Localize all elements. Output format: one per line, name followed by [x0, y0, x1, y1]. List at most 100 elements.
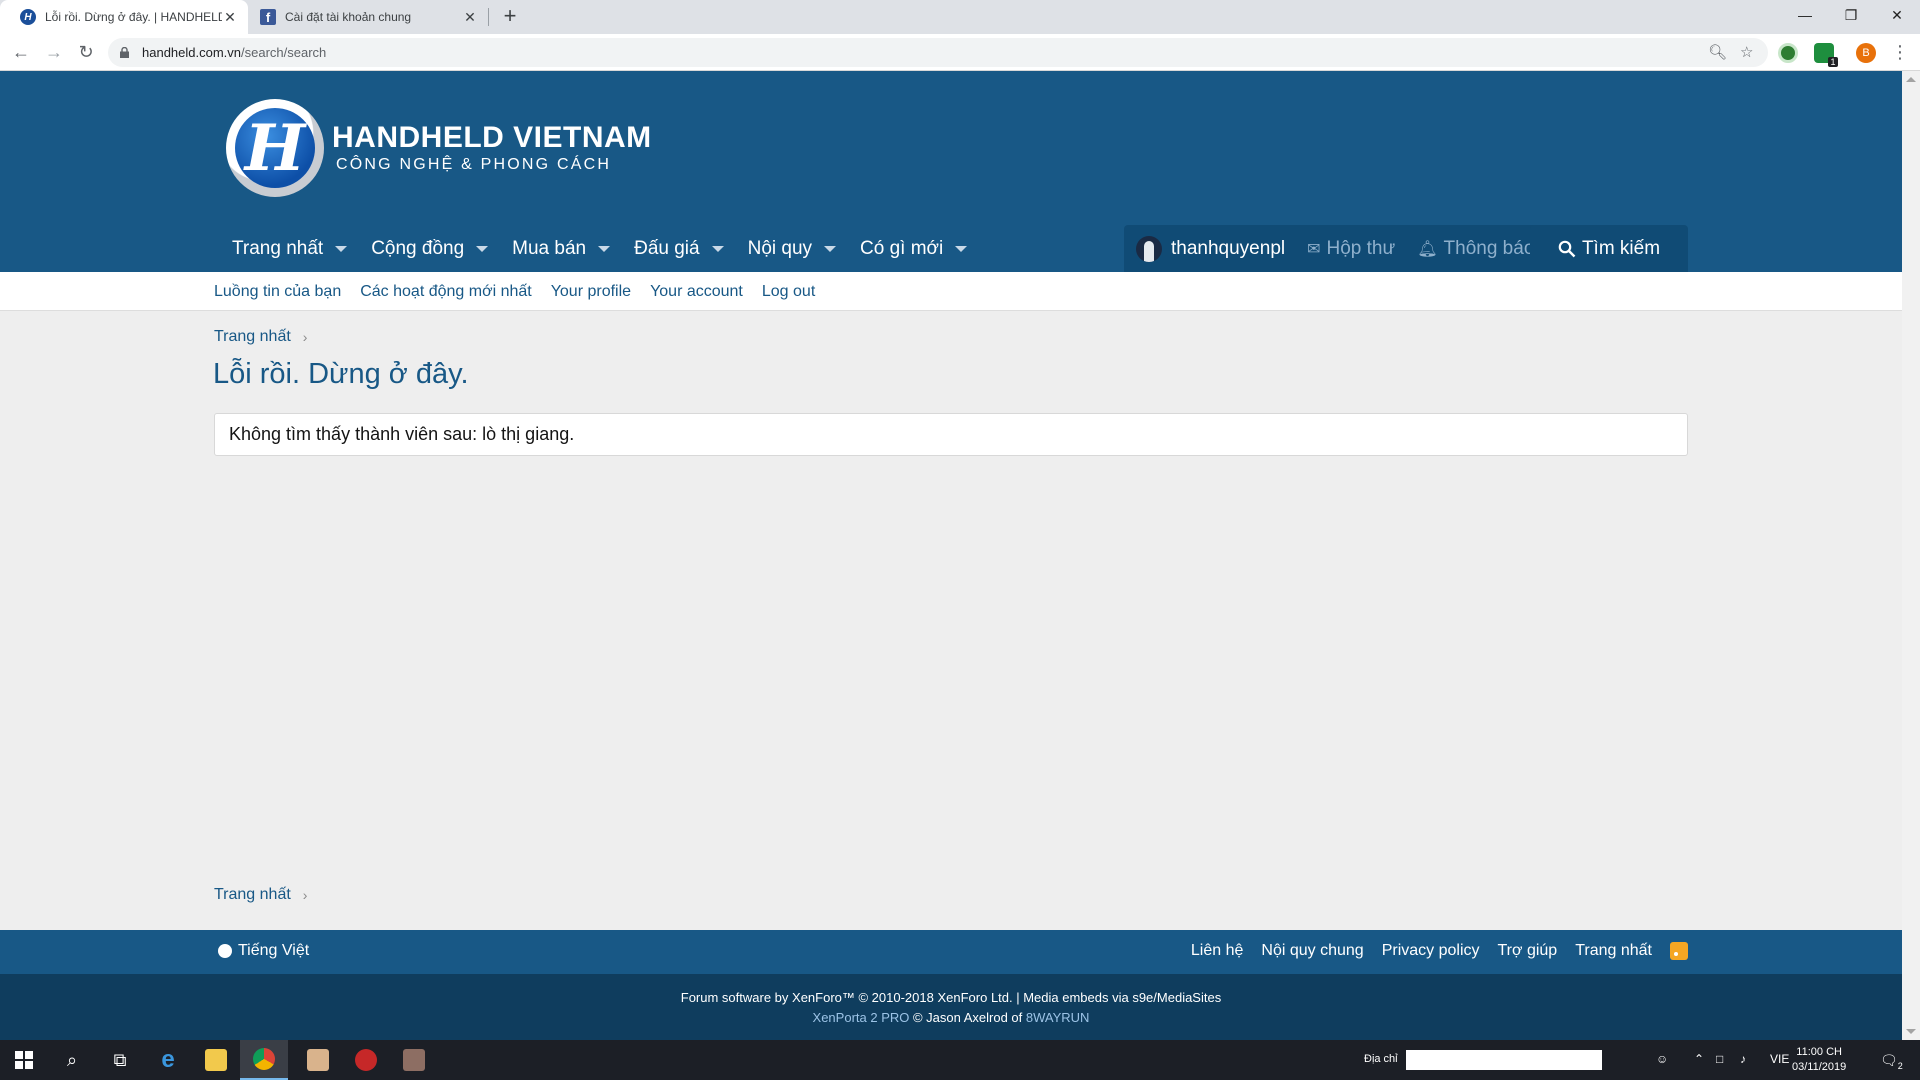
windows-start-icon[interactable] [0, 1040, 48, 1080]
network-icon[interactable]: □ [1716, 1052, 1723, 1066]
rss-icon[interactable] [1670, 942, 1688, 960]
caret-down-icon[interactable] [476, 245, 489, 252]
credit-text: © Jason Axelrod of [909, 1010, 1026, 1025]
url-host: handheld.com.vn [142, 45, 242, 60]
nav-label: Trang nhất [232, 237, 324, 259]
file-explorer-icon[interactable] [192, 1040, 240, 1080]
nav-item-whats-new[interactable]: Có gì mới [848, 225, 979, 272]
caret-down-icon[interactable] [824, 245, 837, 252]
task-view-icon[interactable]: ⧉ [96, 1040, 144, 1080]
credit-company-link[interactable]: 8WAYRUN [1026, 1010, 1090, 1025]
footer-link-contact[interactable]: Liên hệ [1191, 942, 1244, 960]
language-chooser[interactable]: Tiếng Việt [218, 942, 309, 960]
subnav-your-profile[interactable]: Your profile [551, 283, 631, 301]
caret-down-icon[interactable] [335, 245, 348, 252]
footer-link-home[interactable]: Trang nhất [1575, 942, 1652, 960]
inbox-link[interactable]: ✉ Hộp thư [1307, 238, 1395, 260]
envelope-icon: ✉ [1307, 240, 1321, 258]
app-shape [355, 1049, 377, 1071]
clock[interactable]: 11:00 CH 03/11/2019 [1792, 1045, 1846, 1075]
facebook-favicon-icon: f [260, 9, 276, 25]
username: thanhquyenpl [1171, 237, 1286, 259]
tab-handheld[interactable]: H Lỗi rồi. Dừng ở đây. | HANDHELD ✕ [0, 0, 248, 34]
subnav-log-out[interactable]: Log out [762, 283, 815, 301]
bookmark-star-icon[interactable]: ☆ [1740, 43, 1753, 61]
footer-bar: Tiếng Việt Liên hệ Nội quy chung Privacy… [0, 930, 1902, 974]
app-icon-3[interactable] [390, 1040, 438, 1080]
nav-label: Nội quy [747, 237, 813, 259]
close-window-button[interactable]: ✕ [1874, 0, 1920, 30]
back-arrow-icon[interactable]: ← [9, 40, 33, 64]
footer-link-privacy[interactable]: Privacy policy [1382, 942, 1480, 960]
notification-count: 2 [1897, 1060, 1903, 1071]
footer-link-rules[interactable]: Nội quy chung [1261, 942, 1363, 960]
reload-icon[interactable]: ↻ [74, 40, 98, 64]
caret-down-icon[interactable] [711, 245, 724, 252]
lock-icon [120, 47, 129, 58]
nav-item-home[interactable]: Trang nhất [220, 225, 359, 272]
search-icon[interactable]: ⌕ [48, 1040, 96, 1080]
inbox-label: Hộp thư [1326, 237, 1396, 259]
page-scrollbar[interactable] [1902, 71, 1920, 1040]
clock-time: 11:00 CH [1796, 1046, 1842, 1058]
logo-emblem-icon: H [226, 99, 324, 197]
logo-text: HANDHELD VIETNAM CÔNG NGHỆ & PHONG CÁCH [332, 122, 652, 174]
menu-kebab-icon[interactable]: ⋮ [1888, 40, 1912, 64]
app-icon-1[interactable] [294, 1040, 342, 1080]
address-toolbar-input[interactable] [1406, 1050, 1602, 1070]
nav-item-community[interactable]: Cộng đồng [359, 225, 500, 272]
new-tab-button[interactable]: + [497, 4, 523, 30]
caret-down-icon[interactable] [955, 245, 968, 252]
input-language[interactable]: VIE [1770, 1052, 1789, 1066]
browser-tab-strip: H Lỗi rồi. Dừng ở đây. | HANDHELD ✕ f Cà… [0, 0, 1920, 34]
url-path: /search/search [241, 45, 327, 60]
edge-icon[interactable]: e [144, 1040, 192, 1080]
windows-taskbar: ⌕ ⧉ e Địa chỉ ☺ ⌃ □ ♪ VIE 11:00 CH 03/11… [0, 1040, 1920, 1080]
volume-icon[interactable]: ♪ [1740, 1052, 1746, 1066]
account-menu[interactable]: thanhquyenpl [1136, 235, 1286, 262]
tab-facebook[interactable]: f Cài đặt tài khoản chung ✕ [240, 0, 488, 34]
forward-arrow-icon[interactable]: → [42, 40, 66, 64]
nav-item-rules[interactable]: Nội quy [736, 225, 848, 272]
scroll-up-icon[interactable] [1906, 77, 1916, 82]
close-tab-icon[interactable]: ✕ [462, 9, 478, 26]
alerts-link[interactable]: 🔔︎ Thông báo [1417, 238, 1534, 260]
logo-title: HANDHELD VIETNAM [332, 121, 652, 154]
extension-shield-icon[interactable]: 1 [1814, 43, 1838, 67]
subnav-your-feed[interactable]: Luồng tin của bạn [214, 283, 341, 301]
notification-icon[interactable]: 🗨︎2 [1880, 1052, 1903, 1071]
nav-label: Mua bán [512, 237, 587, 259]
error-message-box: Không tìm thấy thành viên sau: lò thị gi… [214, 413, 1688, 456]
scroll-down-icon[interactable] [1906, 1029, 1916, 1034]
logo-h-letter: H [235, 108, 315, 188]
windows-logo-icon [15, 1051, 33, 1069]
globe-icon [218, 944, 232, 958]
subnav-latest-activity[interactable]: Các hoạt động mới nhất [360, 283, 531, 301]
people-icon[interactable]: ☺ [1656, 1052, 1668, 1066]
site-logo[interactable]: H HANDHELD VIETNAM CÔNG NGHỆ & PHONG CÁC… [226, 99, 652, 197]
minimize-button[interactable]: — [1782, 0, 1828, 30]
subnav-your-account[interactable]: Your account [650, 283, 743, 301]
caret-down-icon[interactable] [598, 245, 611, 252]
profile-avatar[interactable]: B [1856, 43, 1876, 63]
extension-icon[interactable] [1778, 43, 1798, 63]
search-button[interactable]: Tìm kiếm [1530, 225, 1688, 272]
chevron-up-icon[interactable]: ⌃ [1694, 1052, 1704, 1066]
restore-button[interactable]: ❐ [1828, 0, 1874, 30]
address-bar[interactable]: handheld.com.vn/search/search 🔍︎ ☆ [108, 38, 1768, 67]
nav-item-auction[interactable]: Đấu giá [622, 225, 736, 272]
footer-link-help[interactable]: Trợ giúp [1498, 942, 1558, 960]
chrome-icon[interactable] [240, 1040, 288, 1080]
breadcrumb-home-link[interactable]: Trang nhất [214, 328, 291, 346]
close-tab-icon[interactable]: ✕ [222, 9, 238, 26]
breadcrumb-home-link[interactable]: Trang nhất [214, 886, 291, 904]
credit-product-link[interactable]: XenPorta 2 PRO [813, 1010, 910, 1025]
logo-subtitle: CÔNG NGHỆ & PHONG CÁCH [336, 156, 612, 173]
tab-title: Lỗi rồi. Dừng ở đây. | HANDHELD [45, 10, 222, 24]
clock-date: 03/11/2019 [1792, 1061, 1847, 1073]
chevron-right-icon: › [302, 887, 308, 903]
app-icon-2[interactable] [342, 1040, 390, 1080]
zoom-icon[interactable]: 🔍︎ [1708, 43, 1727, 61]
page-title: Lỗi rồi. Dừng ở đây. [213, 358, 469, 390]
nav-item-marketplace[interactable]: Mua bán [500, 225, 622, 272]
